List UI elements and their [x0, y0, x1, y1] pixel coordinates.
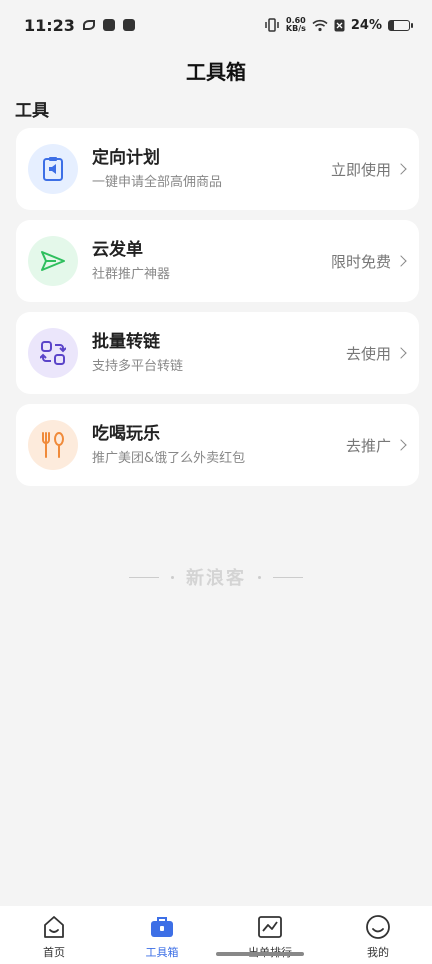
- tool-title: 定向计划: [92, 148, 160, 168]
- tool-list: 定向计划 一键申请全部高佣商品 立即使用 云发单 社群推广神器 限时免费 批量转…: [16, 128, 419, 496]
- tiktok-icon: [122, 19, 135, 31]
- tool-text: 吃喝玩乐 推广美团&饿了么外卖红包: [92, 423, 346, 467]
- tool-action-button[interactable]: 去使用: [345, 343, 407, 364]
- watermark: 新浪客: [0, 564, 432, 590]
- convert-icon: [40, 341, 66, 365]
- status-left: 11:23: [24, 16, 135, 35]
- status-bar: 11:23 0.60 KB/s 24%: [0, 0, 432, 50]
- tab-home[interactable]: 首页: [0, 906, 108, 964]
- tool-card-directed-plan[interactable]: 定向计划 一键申请全部高佣商品 立即使用: [16, 128, 419, 210]
- net-speed-unit: KB/s: [285, 24, 306, 33]
- net-speed: 0.60 KB/s: [286, 17, 306, 33]
- chart-icon: [257, 914, 283, 940]
- tool-text: 云发单 社群推广神器: [92, 239, 331, 283]
- status-right: 0.60 KB/s 24%: [264, 17, 413, 33]
- tool-action-button[interactable]: 去推广: [345, 435, 407, 456]
- vibrate-icon: [265, 18, 279, 32]
- tool-icon-bg: [28, 236, 78, 286]
- tool-icon-bg: [28, 144, 78, 194]
- title-bar: 工具箱: [0, 52, 432, 88]
- chevron-right-icon: [395, 163, 407, 175]
- section-label: 工具: [15, 101, 49, 121]
- tool-text: 批量转链 支持多平台转链: [92, 331, 346, 375]
- wifi-icon: [312, 19, 328, 31]
- tool-desc: 支持多平台转链: [92, 359, 184, 374]
- tool-card-cloud-post[interactable]: 云发单 社群推广神器 限时免费: [16, 220, 419, 302]
- tab-profile[interactable]: 我的: [324, 906, 432, 964]
- divider: [273, 576, 303, 578]
- mail-icon: [102, 19, 115, 31]
- chevron-right-icon: [395, 347, 407, 359]
- page-title: 工具箱: [186, 59, 246, 84]
- tool-action-button[interactable]: 立即使用: [330, 159, 407, 180]
- battery-level: [389, 20, 394, 30]
- chevron-right-icon: [395, 439, 407, 451]
- tool-title: 吃喝玩乐: [92, 424, 160, 444]
- divider-dot: [258, 575, 261, 579]
- tool-icon-bg: [28, 420, 78, 470]
- status-time: 11:23: [24, 15, 75, 35]
- tab-label: 我的: [367, 946, 389, 959]
- tool-title: 批量转链: [92, 332, 160, 352]
- clipboard-megaphone-icon: [43, 157, 63, 181]
- divider-dot: [171, 575, 174, 579]
- watermark-logo: 新浪客: [186, 568, 246, 589]
- tool-action-button[interactable]: 限时免费: [330, 251, 407, 272]
- toolbox-icon: [149, 914, 175, 940]
- tool-action-label: 立即使用: [330, 160, 391, 179]
- divider: [129, 576, 159, 578]
- tab-label: 首页: [43, 946, 65, 959]
- battery-icon: [388, 19, 413, 31]
- home-indicator[interactable]: [216, 952, 304, 956]
- tool-title: 云发单: [92, 240, 143, 260]
- smile-icon: [365, 914, 391, 940]
- leaf-icon: [82, 20, 95, 30]
- tool-card-batch-convert[interactable]: 批量转链 支持多平台转链 去使用: [16, 312, 419, 394]
- tool-desc: 推广美团&饿了么外卖红包: [92, 451, 246, 466]
- tool-action-label: 去推广: [345, 436, 391, 455]
- tab-label: 工具箱: [145, 946, 179, 959]
- battery-percent: 24%: [350, 17, 382, 33]
- tool-icon-bg: [28, 328, 78, 378]
- send-icon: [41, 251, 65, 271]
- home-face-icon: [41, 914, 67, 940]
- tool-action-label: 限时免费: [330, 252, 391, 271]
- no-sim-icon: [334, 19, 345, 31]
- tool-desc: 一键申请全部高佣商品: [92, 175, 223, 190]
- fork-spoon-icon: [42, 432, 64, 458]
- tool-action-label: 去使用: [345, 344, 391, 363]
- tool-text: 定向计划 一键申请全部高佣商品: [92, 147, 331, 191]
- tool-desc: 社群推广神器: [92, 267, 171, 282]
- chevron-right-icon: [395, 255, 407, 267]
- tab-toolbox[interactable]: 工具箱: [108, 906, 216, 964]
- tool-card-food-fun[interactable]: 吃喝玩乐 推广美团&饿了么外卖红包 去推广: [16, 404, 419, 486]
